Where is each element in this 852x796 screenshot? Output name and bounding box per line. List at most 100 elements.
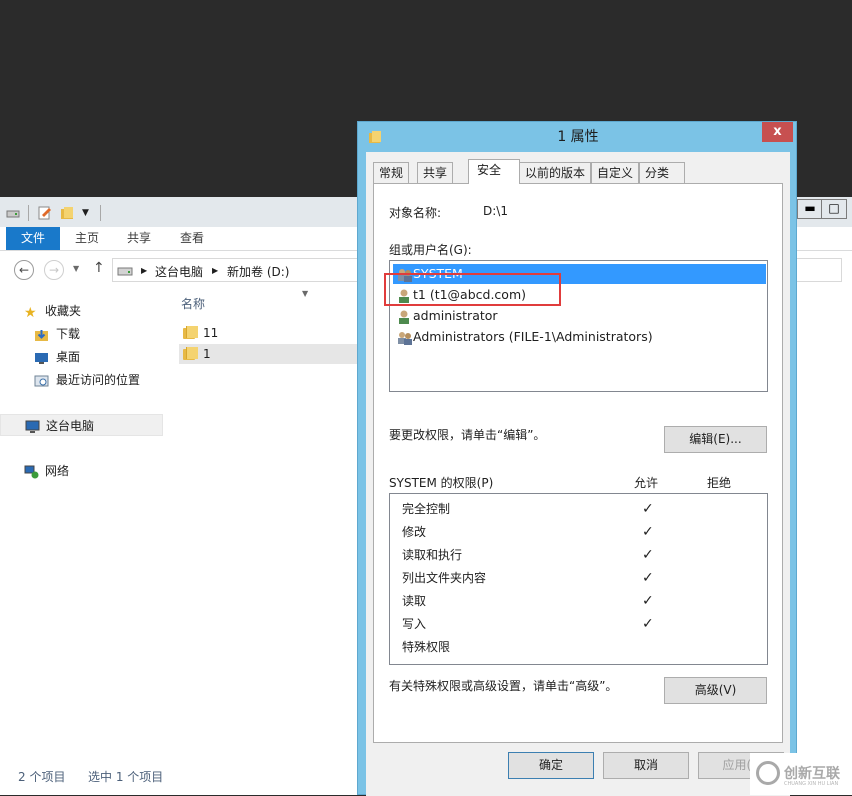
close-button[interactable]: x xyxy=(762,122,793,142)
permission-name: 读取和执行 xyxy=(402,548,463,562)
permission-row: 列出文件夹内容 ✓ xyxy=(402,567,762,589)
tab-previous-versions[interactable]: 以前的版本 xyxy=(519,162,592,184)
nav-label: 收藏夹 xyxy=(45,304,82,318)
nav-item-downloads[interactable]: 下载 xyxy=(0,323,163,345)
recent-places-icon xyxy=(34,373,49,387)
change-permissions-hint: 要更改权限，请单击“编辑”。 xyxy=(389,428,546,442)
allow-column-header: 允许 xyxy=(634,476,659,490)
maximize-button[interactable]: □ xyxy=(821,199,847,219)
drive-icon xyxy=(117,263,133,280)
permissions-header: SYSTEM 的权限(P) xyxy=(389,476,494,490)
highlight-annotation-box xyxy=(384,273,561,306)
nav-item-desktop[interactable]: 桌面 xyxy=(0,346,163,368)
allow-check-icon: ✓ xyxy=(642,501,654,517)
group-user-label: 组或用户名(G): xyxy=(389,243,472,257)
user-name: administrator xyxy=(413,308,498,323)
permission-name: 完全控制 xyxy=(402,502,451,516)
status-item-count: 2 个项目 xyxy=(18,770,66,784)
ribbon-tab-file[interactable]: 文件 xyxy=(6,227,60,250)
toolbar-separator xyxy=(100,205,101,221)
list-item-administrators[interactable]: Administrators (FILE-1\Administrators) xyxy=(393,327,766,347)
nav-label: 这台电脑 xyxy=(46,419,95,433)
up-arrow-icon[interactable]: ↑ xyxy=(93,260,105,276)
file-name: 11 xyxy=(203,326,219,340)
status-bar: 2 个项目 选中 1 个项目 xyxy=(0,765,360,787)
nav-item-network[interactable]: 网络 xyxy=(0,460,163,482)
permission-name: 修改 xyxy=(402,525,427,539)
ribbon-tab-share[interactable]: 共享 xyxy=(118,227,160,250)
user-icon xyxy=(397,309,413,324)
advanced-button[interactable]: 高级(V) xyxy=(664,677,767,704)
recent-locations-chevron-icon[interactable]: ▼ xyxy=(73,264,79,273)
deny-column-header: 拒绝 xyxy=(707,476,732,490)
allow-check-icon: ✓ xyxy=(642,593,654,609)
advanced-hint: 有关特殊权限或高级设置，请单击“高级”。 xyxy=(389,679,618,693)
tab-sharing[interactable]: 共享 xyxy=(417,162,454,184)
sort-indicator-icon: ▼ xyxy=(302,289,309,298)
allow-check-icon: ✓ xyxy=(642,570,654,586)
permission-name: 读取 xyxy=(402,594,427,608)
users-group-icon xyxy=(397,330,413,345)
breadcrumb-drive-d[interactable]: 新加卷 (D:) xyxy=(227,263,289,280)
permission-row: 读取 ✓ xyxy=(402,590,762,612)
object-name-value: D:\1 xyxy=(483,204,508,218)
user-name: Administrators (FILE-1\Administrators) xyxy=(413,329,653,344)
navigation-pane: ★ 收藏夹 下载 桌面 最近访问的位置 这台电脑 网络 xyxy=(0,289,163,749)
permission-row: 写入 ✓ xyxy=(402,613,762,635)
folder-icon xyxy=(183,326,198,339)
dialog-title: 1 属性 xyxy=(557,129,599,145)
nav-label: 下载 xyxy=(56,327,81,341)
nav-label: 网络 xyxy=(45,464,70,478)
watermark-subtext: CHUANG XIN HU LIAN xyxy=(784,781,839,787)
security-tab-panel: 对象名称: D:\1 组或用户名(G): SYSTEM t1 (t1@abcd.… xyxy=(373,183,783,743)
permissions-list: 完全控制 ✓ 修改 ✓ 读取和执行 ✓ 列出文件夹内容 ✓ 读取 ✓ 写入 ✓ … xyxy=(389,493,768,665)
permission-row: 读取和执行 ✓ xyxy=(402,544,762,566)
allow-check-icon: ✓ xyxy=(642,547,654,563)
nav-label: 最近访问的位置 xyxy=(56,373,141,387)
new-folder-icon[interactable] xyxy=(60,206,74,220)
forward-button[interactable]: → xyxy=(44,260,64,280)
back-button[interactable]: ← xyxy=(14,260,34,280)
file-row[interactable]: 1 xyxy=(179,344,369,364)
column-header-name[interactable]: 名称 xyxy=(181,295,205,312)
network-icon xyxy=(24,464,39,479)
tab-classification[interactable]: 分类 xyxy=(639,162,685,184)
nav-item-recent[interactable]: 最近访问的位置 xyxy=(0,369,163,391)
breadcrumb-separator-icon: ▶ xyxy=(212,266,219,275)
cancel-button[interactable]: 取消 xyxy=(603,752,689,779)
quick-access-dropdown-icon[interactable]: ▼ xyxy=(82,206,96,220)
file-name: 1 xyxy=(203,347,211,361)
nav-item-this-pc[interactable]: 这台电脑 xyxy=(0,414,163,436)
permission-name: 特殊权限 xyxy=(402,640,451,654)
file-row[interactable]: 11 xyxy=(179,323,369,343)
ribbon-tab-home[interactable]: 主页 xyxy=(66,227,108,250)
watermark-logo: 创新互联 CHUANG XIN HU LIAN xyxy=(750,753,852,795)
breadcrumb-separator-icon: ▶ xyxy=(141,266,148,275)
drive-icon[interactable] xyxy=(6,206,20,220)
tab-customize[interactable]: 自定义 xyxy=(591,162,640,184)
properties-icon[interactable] xyxy=(38,206,52,220)
list-item-administrator[interactable]: administrator xyxy=(393,306,766,326)
downloads-folder-icon xyxy=(34,327,49,341)
ok-button[interactable]: 确定 xyxy=(508,752,594,779)
ribbon-tab-view[interactable]: 查看 xyxy=(171,227,213,250)
file-list-pane: ▼ 名称 11 1 xyxy=(165,289,369,749)
minimize-button[interactable]: ▬ xyxy=(797,199,823,219)
permission-row: 修改 ✓ xyxy=(402,521,762,543)
permission-name: 写入 xyxy=(402,617,427,631)
status-selected-count: 选中 1 个项目 xyxy=(88,770,164,784)
desktop-icon xyxy=(34,350,49,364)
permission-row: 特殊权限 xyxy=(402,636,762,658)
watermark-text: 创新互联 xyxy=(784,766,840,782)
permission-name: 列出文件夹内容 xyxy=(402,571,487,585)
nav-item-favorites[interactable]: ★ 收藏夹 xyxy=(0,300,163,322)
toolbar-separator xyxy=(28,205,29,221)
star-icon: ★ xyxy=(24,305,37,321)
edit-button[interactable]: 编辑(E)... xyxy=(664,426,767,453)
nav-label: 桌面 xyxy=(56,350,81,364)
breadcrumb-this-pc[interactable]: 这台电脑 xyxy=(155,263,203,280)
folder-icon xyxy=(183,347,198,360)
tab-security[interactable]: 安全 xyxy=(468,159,520,184)
tab-general[interactable]: 常规 xyxy=(373,162,410,184)
dialog-body: 常规 共享 安全 以前的版本 自定义 分类 对象名称: D:\1 组或用户名(G… xyxy=(366,152,790,796)
